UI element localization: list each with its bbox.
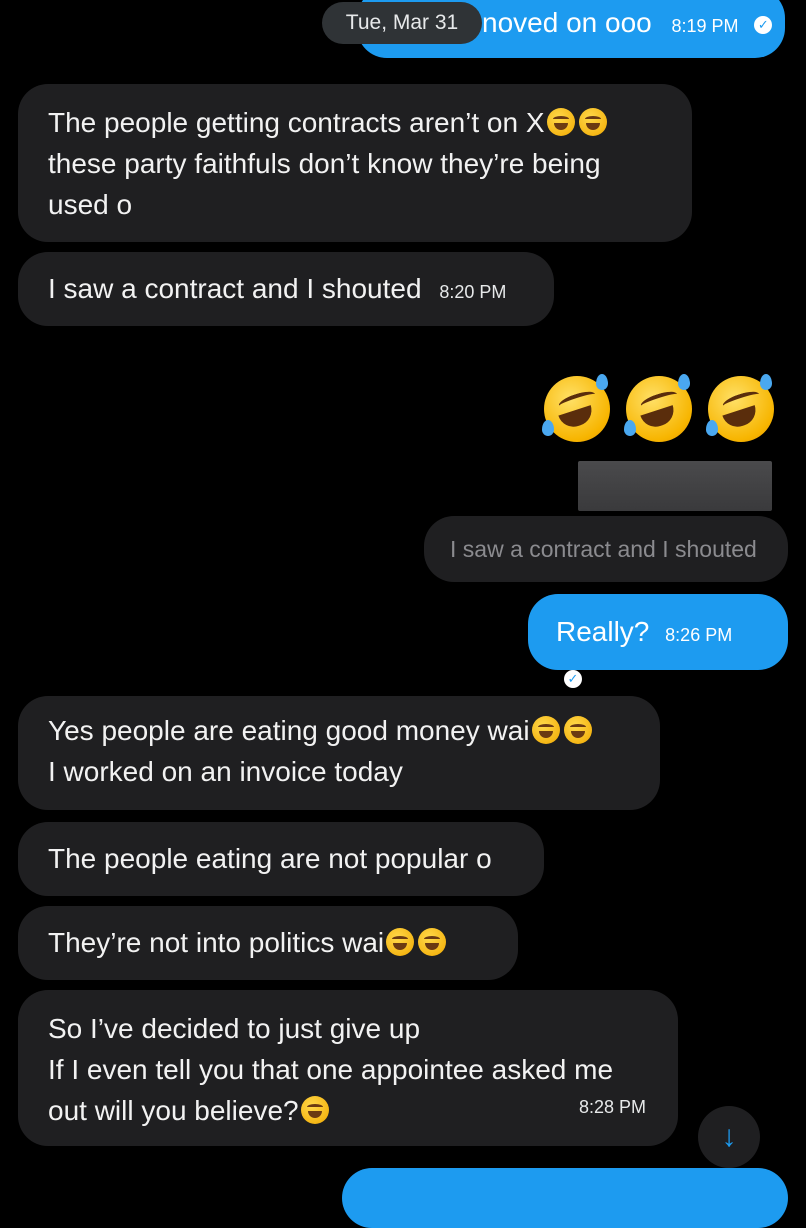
face-with-tears-of-joy-emoji [386, 928, 415, 956]
date-separator: Tue, Mar 31 [322, 2, 482, 44]
rolling-on-floor-laughing-emoji [300, 1096, 329, 1124]
incoming-message[interactable]: Yes people are eating good money wai I w… [18, 696, 660, 810]
message-text: these party faithfuls don’t know they’re… [48, 148, 601, 179]
check-circle-icon: ✓ [754, 15, 773, 34]
rolling-on-floor-laughing-emoji [542, 374, 610, 442]
incoming-message[interactable]: I saw a contract and I shouted 8:20 PM [18, 252, 554, 326]
redacted-block [578, 461, 772, 511]
message-text: Really? [556, 616, 650, 647]
outgoing-message-partial[interactable] [342, 1168, 788, 1228]
message-text: They’re not into politics wai [48, 927, 385, 958]
incoming-message[interactable]: The people eating are not popular o [18, 822, 544, 896]
message-text: I worked on an invoice today [48, 756, 403, 787]
quoted-reply[interactable]: I saw a contract and I shouted [424, 516, 788, 582]
quoted-text: I saw a contract and I shouted [450, 536, 757, 562]
message-text: used o [48, 189, 133, 220]
message-timestamp: 8:20 PM [439, 282, 507, 302]
rolling-on-floor-laughing-emoji [563, 716, 592, 744]
rolling-on-floor-laughing-emoji [546, 108, 575, 136]
incoming-message[interactable]: The people getting contracts aren’t on X… [18, 84, 692, 242]
check-circle-icon: ✓ [564, 669, 582, 688]
message-text: If I even tell you that one appointee as… [48, 1054, 614, 1085]
rolling-on-floor-laughing-emoji [624, 374, 692, 442]
message-text: The people eating are not popular o [48, 843, 492, 874]
outgoing-message[interactable]: Really? 8:26 PM ✓ [528, 594, 788, 688]
face-with-tears-of-joy-emoji [418, 928, 447, 956]
message-text: Yes people are eating good money wai [48, 715, 530, 746]
incoming-message[interactable]: So I’ve decided to just give up If I eve… [18, 990, 678, 1146]
scroll-down-button[interactable]: ↓ [698, 1106, 760, 1168]
message-text: The people getting contracts aren’t on X [48, 107, 545, 138]
incoming-message[interactable]: They’re not into politics wai [18, 906, 518, 980]
message-timestamp: 8:26 PM [665, 625, 733, 645]
rolling-on-floor-laughing-emoji [706, 374, 774, 442]
message-timestamp: 8:19 PM [671, 16, 739, 36]
message-text: noved on ooo [482, 7, 652, 38]
message-text: So I’ve decided to just give up [48, 1013, 421, 1044]
rolling-on-floor-laughing-emoji [578, 108, 607, 136]
emoji-message[interactable] [540, 372, 780, 444]
arrow-down-icon: ↓ [721, 1120, 737, 1153]
message-text: I saw a contract and I shouted [48, 273, 422, 304]
message-text: out will you believe? [48, 1095, 299, 1126]
rolling-on-floor-laughing-emoji [531, 716, 560, 744]
message-timestamp: 8:28 PM [578, 1097, 646, 1117]
